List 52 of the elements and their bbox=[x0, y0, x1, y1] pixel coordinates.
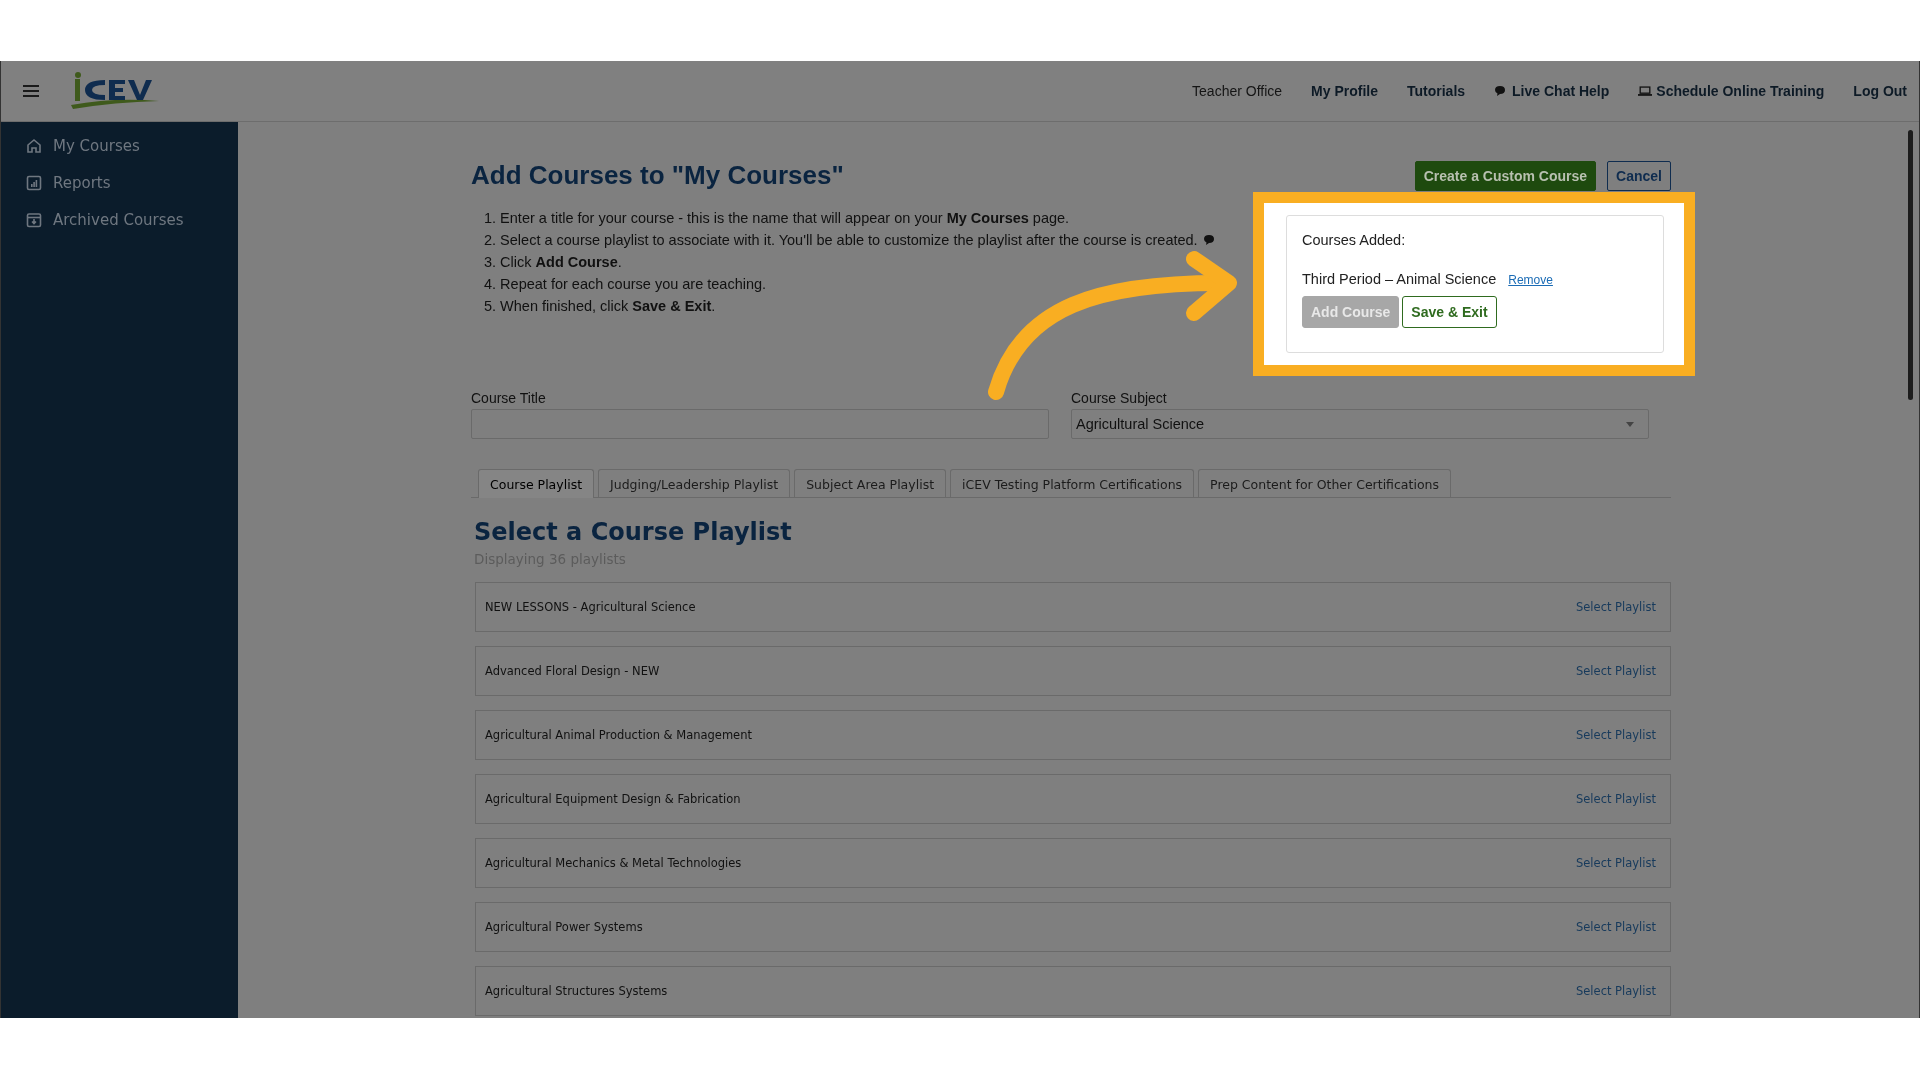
card-heading: Courses Added: bbox=[1302, 232, 1407, 248]
create-course-button[interactable]: Create a Custom Course bbox=[1414, 161, 1597, 191]
select-playlist-link[interactable]: Select Playlist bbox=[1576, 984, 1656, 998]
chat-icon bbox=[1202, 234, 1217, 246]
select-playlist-link[interactable]: Select Playlist bbox=[1576, 920, 1656, 934]
laptop-icon bbox=[1638, 85, 1653, 97]
instruction-text: 4. Repeat for each course you are teaching. bbox=[484, 275, 767, 294]
remove-link[interactable]: Remove bbox=[1508, 273, 1553, 287]
save-exit-button[interactable]: Save & Exit bbox=[1402, 296, 1497, 328]
instruction-text: 2. Select a course playlist to associate with it. You'll be able to customize the playlist after the course is created. bbox=[484, 231, 1198, 250]
chart-icon bbox=[26, 174, 42, 191]
page-title: Add Courses to "My Courses" bbox=[471, 160, 844, 191]
nav-link[interactable]: Tutorials bbox=[1407, 83, 1466, 99]
select-playlist-link[interactable]: Select Playlist bbox=[1576, 792, 1656, 806]
select-playlist-link[interactable]: Select Playlist bbox=[1576, 856, 1656, 870]
home-icon bbox=[26, 137, 42, 154]
playlist-tab[interactable]: Course Playlist bbox=[478, 469, 595, 498]
playlist-tab[interactable]: Judging/Leadership Playlist bbox=[598, 469, 791, 497]
playlist-name: Agricultural Animal Production & Management bbox=[485, 728, 752, 742]
nav-link[interactable]: My Profile bbox=[1311, 83, 1378, 99]
playlist-tab[interactable]: Subject Area Playlist bbox=[794, 469, 947, 497]
playlist-name: Agricultural Structures Systems bbox=[485, 984, 668, 998]
sidebar-item[interactable]: My Courses bbox=[1, 127, 238, 164]
nav-link[interactable]: Log Out bbox=[1853, 83, 1907, 99]
field-label: Course Title bbox=[471, 390, 547, 406]
nav-link[interactable]: Live Chat Help bbox=[1494, 83, 1610, 99]
scrollbar-thumb[interactable] bbox=[1908, 130, 1913, 400]
select-playlist-link[interactable]: Select Playlist bbox=[1576, 600, 1656, 614]
playlist-tab[interactable]: iCEV Testing Platform Certifications bbox=[950, 469, 1195, 497]
cancel-button[interactable]: Cancel bbox=[1607, 161, 1671, 191]
menu-icon[interactable] bbox=[23, 85, 39, 97]
playlist-name: Agricultural Power Systems bbox=[485, 920, 643, 934]
select-playlist-link[interactable]: Select Playlist bbox=[1576, 728, 1656, 742]
field-label: Course Subject bbox=[1071, 390, 1168, 406]
sidebar-item[interactable]: Archived Courses bbox=[1, 201, 238, 238]
playlist-tab[interactable]: Prep Content for Other Certifications bbox=[1198, 469, 1451, 497]
instruction-text: 5. When finished, click Save & Exit. bbox=[484, 297, 716, 316]
archive-icon bbox=[26, 211, 42, 228]
section-title: Select a Course Playlist bbox=[474, 518, 793, 546]
playlist-name: Advanced Floral Design - NEW bbox=[485, 664, 660, 678]
course-name: Third Period – Animal Science bbox=[1302, 271, 1497, 287]
course-subject-dropdown[interactable]: Agricultural Science bbox=[1071, 409, 1649, 439]
nav-link[interactable]: Teacher Office bbox=[1192, 83, 1283, 99]
nav-link[interactable]: Schedule Online Training bbox=[1638, 83, 1825, 99]
select-playlist-link[interactable]: Select Playlist bbox=[1576, 664, 1656, 678]
instruction-text: 1. Enter a title for your course - this is the name that will appear on your My Courses page. bbox=[484, 209, 1070, 228]
caret-icon bbox=[1626, 421, 1634, 427]
playlist-name: Agricultural Mechanics & Metal Technologies bbox=[485, 856, 742, 870]
sidebar-item[interactable]: Reports bbox=[1, 164, 238, 201]
playlist-name: NEW LESSONS - Agricultural Science bbox=[485, 600, 696, 614]
instruction-text: 3. Click Add Course. bbox=[484, 253, 622, 272]
playlist-name: Agricultural Equipment Design & Fabrication bbox=[485, 792, 741, 806]
